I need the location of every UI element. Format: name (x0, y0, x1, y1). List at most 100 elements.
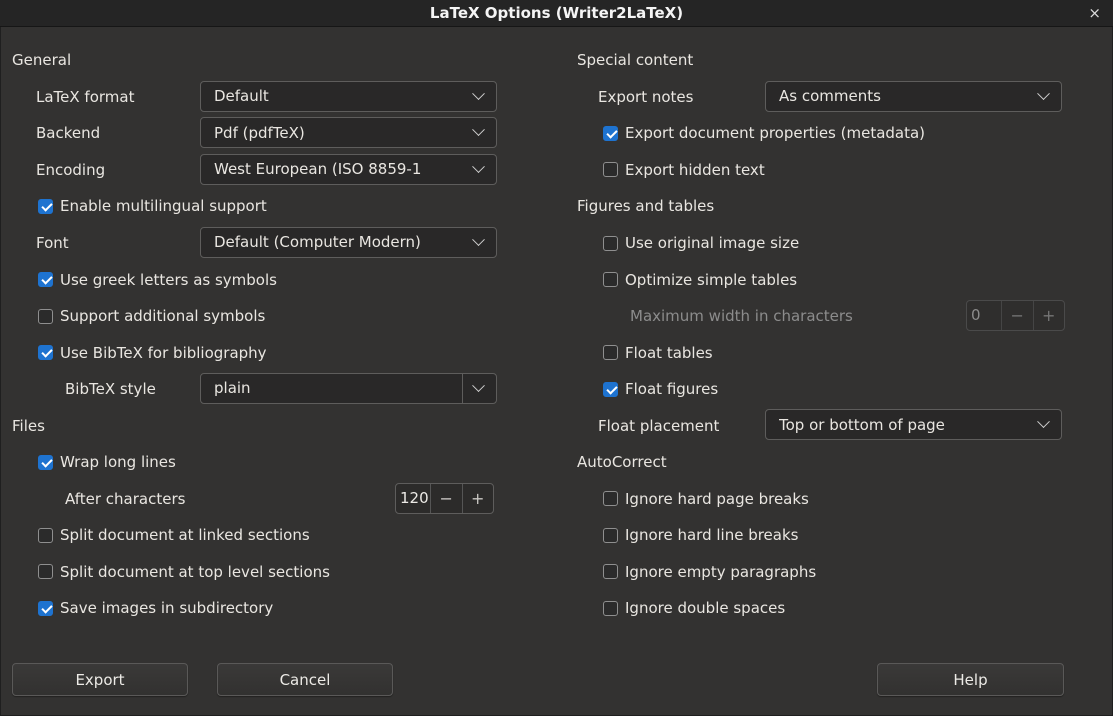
cancel-button[interactable]: Cancel (217, 663, 393, 696)
wrap-long-lines-checkbox[interactable] (38, 455, 53, 470)
enable-multilingual-row: Enable multilingual support (12, 188, 512, 225)
chevron-down-icon (472, 379, 485, 392)
float-placement-row: Float placement Top or bottom of page (577, 407, 1101, 444)
split-linked-label: Split document at linked sections (60, 526, 310, 544)
decrement-button[interactable]: − (431, 484, 463, 513)
original-size-checkbox[interactable] (603, 236, 618, 251)
float-placement-value: Top or bottom of page (779, 416, 945, 434)
section-header-files: Files (12, 417, 45, 435)
ignore-page-breaks-label: Ignore hard page breaks (625, 490, 809, 508)
original-size-row: Use original image size (577, 225, 1101, 262)
after-characters-spinner: 120 − + (395, 483, 494, 514)
float-figures-row: Float figures (577, 371, 1101, 408)
greek-letters-row: Use greek letters as symbols (12, 261, 512, 298)
export-notes-label: Export notes (598, 88, 693, 106)
titlebar: LaTeX Options (Writer2LaTeX) × (0, 0, 1113, 27)
export-hidden-checkbox[interactable] (603, 162, 618, 177)
optimize-tables-row: Optimize simple tables (577, 261, 1101, 298)
max-width-row: Maximum width in characters 0 − + (577, 298, 1101, 335)
encoding-label: Encoding (36, 161, 105, 179)
increment-button[interactable]: + (463, 484, 494, 513)
ignore-line-breaks-checkbox[interactable] (603, 528, 618, 543)
split-top-label: Split document at top level sections (60, 563, 330, 581)
left-column: General LaTeX format Default Backend Pdf… (12, 42, 512, 627)
bibtex-style-value: plain (214, 379, 251, 397)
enable-multilingual-label: Enable multilingual support (60, 197, 267, 215)
encoding-row: Encoding West European (ISO 8859-1 (12, 152, 512, 189)
bibtex-checkbox[interactable] (38, 345, 53, 360)
dialog-title: LaTeX Options (Writer2LaTeX) (430, 4, 683, 22)
chevron-down-icon (1037, 416, 1050, 429)
close-icon[interactable]: × (1085, 0, 1104, 26)
additional-symbols-row: Support additional symbols (12, 298, 512, 335)
export-notes-value: As comments (779, 87, 881, 105)
chevron-down-icon (472, 87, 485, 100)
chevron-down-icon (1037, 87, 1050, 100)
backend-label: Backend (36, 124, 100, 142)
export-hidden-row: Export hidden text (577, 152, 1101, 189)
latex-format-label: LaTeX format (36, 88, 134, 106)
greek-letters-checkbox[interactable] (38, 272, 53, 287)
float-tables-row: Float tables (577, 334, 1101, 371)
float-placement-select[interactable]: Top or bottom of page (765, 409, 1062, 440)
font-select[interactable]: Default (Computer Modern) (200, 227, 497, 258)
additional-symbols-checkbox[interactable] (38, 309, 53, 324)
split-top-checkbox[interactable] (38, 564, 53, 579)
additional-symbols-label: Support additional symbols (60, 307, 265, 325)
ignore-empty-paragraphs-row: Ignore empty paragraphs (577, 554, 1101, 591)
optimize-tables-checkbox[interactable] (603, 272, 618, 287)
right-column: Special content Export notes As comments… (577, 42, 1101, 627)
ignore-empty-paragraphs-label: Ignore empty paragraphs (625, 563, 816, 581)
chevron-down-icon (472, 233, 485, 246)
help-button[interactable]: Help (877, 663, 1064, 696)
split-linked-checkbox[interactable] (38, 528, 53, 543)
float-figures-checkbox[interactable] (603, 382, 618, 397)
float-tables-checkbox[interactable] (603, 345, 618, 360)
ignore-line-breaks-label: Ignore hard line breaks (625, 526, 798, 544)
max-width-spinner: 0 − + (966, 300, 1065, 331)
bibtex-style-label: BibTeX style (65, 380, 156, 398)
max-width-value: 0 (967, 301, 1002, 330)
save-images-label: Save images in subdirectory (60, 599, 273, 617)
ignore-double-spaces-label: Ignore double spaces (625, 599, 785, 617)
export-button[interactable]: Export (12, 663, 188, 696)
float-tables-label: Float tables (625, 344, 713, 362)
font-value: Default (Computer Modern) (214, 233, 421, 251)
latex-format-select[interactable]: Default (200, 81, 497, 112)
increment-button: + (1034, 301, 1065, 330)
ignore-double-spaces-checkbox[interactable] (603, 601, 618, 616)
bibtex-style-combobox[interactable]: plain (200, 373, 497, 404)
chevron-down-icon (472, 123, 485, 136)
section-header-figures-tables: Figures and tables (577, 197, 714, 215)
export-properties-checkbox[interactable] (603, 126, 618, 141)
optimize-tables-label: Optimize simple tables (625, 271, 797, 289)
export-hidden-label: Export hidden text (625, 161, 765, 179)
after-characters-value[interactable]: 120 (396, 484, 431, 513)
backend-select[interactable]: Pdf (pdfTeX) (200, 117, 497, 148)
latex-options-dialog: LaTeX Options (Writer2LaTeX) × General L… (0, 0, 1113, 716)
latex-format-row: LaTeX format Default (12, 79, 512, 116)
encoding-value: West European (ISO 8859-1 (214, 160, 421, 178)
encoding-select[interactable]: West European (ISO 8859-1 (200, 154, 497, 185)
backend-row: Backend Pdf (pdfTeX) (12, 115, 512, 152)
font-label: Font (36, 234, 69, 252)
bibtex-label: Use BibTeX for bibliography (60, 344, 267, 362)
ignore-page-breaks-checkbox[interactable] (603, 491, 618, 506)
ignore-page-breaks-row: Ignore hard page breaks (577, 481, 1101, 518)
enable-multilingual-checkbox[interactable] (38, 199, 53, 214)
section-header-special-content: Special content (577, 51, 693, 69)
float-figures-label: Float figures (625, 380, 718, 398)
save-images-checkbox[interactable] (38, 601, 53, 616)
after-characters-label: After characters (65, 490, 185, 508)
original-size-label: Use original image size (625, 234, 799, 252)
ignore-line-breaks-row: Ignore hard line breaks (577, 517, 1101, 554)
backend-value: Pdf (pdfTeX) (214, 124, 305, 142)
wrap-long-lines-label: Wrap long lines (60, 453, 176, 471)
decrement-button: − (1002, 301, 1034, 330)
bibtex-style-row: BibTeX style plain (12, 371, 512, 408)
ignore-double-spaces-row: Ignore double spaces (577, 590, 1101, 627)
export-notes-select[interactable]: As comments (765, 81, 1062, 112)
greek-letters-label: Use greek letters as symbols (60, 271, 277, 289)
export-notes-row: Export notes As comments (577, 79, 1101, 116)
ignore-empty-paragraphs-checkbox[interactable] (603, 564, 618, 579)
